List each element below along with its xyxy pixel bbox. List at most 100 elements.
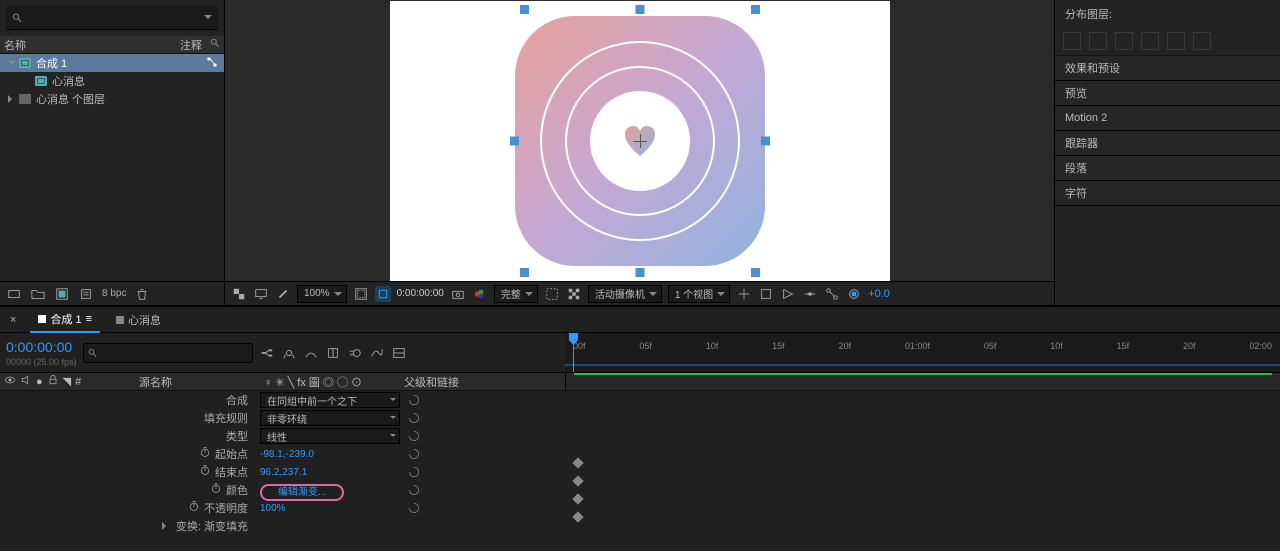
shy-icon[interactable]	[303, 345, 319, 361]
transform-handle[interactable]	[520, 268, 529, 277]
guides-icon[interactable]	[736, 286, 752, 302]
interpret-footage-icon[interactable]	[6, 286, 22, 302]
playhead[interactable]	[573, 333, 574, 372]
comp-mini-flow-icon[interactable]	[259, 345, 275, 361]
property-row[interactable]: 结束点96.2,237.1	[0, 463, 1280, 481]
property-value[interactable]: 96.2,237.1	[260, 467, 307, 478]
timeline-icon[interactable]	[802, 286, 818, 302]
panel-header[interactable]: 跟踪器	[1055, 131, 1280, 155]
flowchart-mini-icon[interactable]	[206, 56, 218, 71]
fast-preview-icon[interactable]	[780, 286, 796, 302]
viewer-canvas-area[interactable]	[225, 0, 1054, 281]
property-row[interactable]: 合成在同组中前一个之下	[0, 391, 1280, 409]
pickwhip-icon[interactable]	[408, 412, 420, 424]
property-value[interactable]: -98.1,-239.0	[260, 449, 314, 460]
flowchart-icon[interactable]	[824, 286, 840, 302]
distrib-left-icon[interactable]	[1141, 32, 1159, 50]
edit-gradient-button[interactable]: 编辑渐变...	[260, 484, 344, 501]
timeline-search-input[interactable]	[97, 347, 248, 359]
property-select[interactable]: 非零环绕	[260, 410, 400, 426]
solo-column-icon[interactable]: ●	[36, 376, 43, 388]
property-select[interactable]: 在同组中前一个之下	[260, 392, 400, 408]
property-select[interactable]: 线性	[260, 428, 400, 444]
property-row[interactable]: 不透明度100%	[0, 499, 1280, 517]
eye-column-icon[interactable]	[4, 374, 16, 389]
property-value[interactable]: 100%	[260, 503, 286, 514]
trash-icon[interactable]	[134, 286, 150, 302]
pickwhip-icon[interactable]	[408, 394, 420, 406]
pickwhip-icon[interactable]	[408, 502, 420, 514]
label-column-icon[interactable]: ◥	[63, 375, 71, 388]
exposure-value[interactable]: +0.0	[868, 288, 890, 300]
anchor-point-icon[interactable]	[633, 134, 647, 148]
safe-zones-icon[interactable]	[353, 286, 369, 302]
time-ruler[interactable]: 00f05f10f15f20f01:00f05f10f15f20f02:00	[565, 333, 1280, 372]
distrib-vcenter-icon[interactable]	[1089, 32, 1107, 50]
transform-handle[interactable]	[635, 5, 644, 14]
project-search-input[interactable]	[27, 12, 204, 24]
project-item[interactable]: 心消息 个图层	[0, 90, 224, 108]
property-row[interactable]: 起始点-98.1,-239.0	[0, 445, 1280, 463]
channel-icon[interactable]	[472, 286, 488, 302]
distrib-bottom-icon[interactable]	[1115, 32, 1133, 50]
motion-blur-icon[interactable]	[347, 345, 363, 361]
audio-column-icon[interactable]	[20, 374, 32, 389]
panel-header[interactable]: 预览	[1055, 81, 1280, 105]
project-item[interactable]: 心消息	[0, 72, 224, 90]
footer-timecode[interactable]: 0:00:00:00	[397, 288, 444, 299]
transform-group-row[interactable]: 变换: 渐变填充	[0, 517, 1280, 535]
project-item[interactable]: 合成 1	[0, 54, 224, 72]
timeline-tab[interactable]: 心消息	[108, 307, 169, 333]
transform-handle[interactable]	[510, 136, 519, 145]
panel-header[interactable]: 段落	[1055, 156, 1280, 180]
draft-icon[interactable]	[275, 286, 291, 302]
property-row[interactable]: 填充规则非零环绕	[0, 409, 1280, 427]
project-tree[interactable]: 合成 1心消息心消息 个图层	[0, 54, 224, 281]
project-search[interactable]	[6, 6, 218, 30]
transform-handle[interactable]	[751, 5, 760, 14]
transform-handle[interactable]	[520, 5, 529, 14]
mask-visibility-icon[interactable]	[375, 286, 391, 302]
brainstorm-icon[interactable]	[391, 345, 407, 361]
search-icon[interactable]	[210, 38, 220, 51]
draft-3d-icon[interactable]	[281, 345, 297, 361]
col-source-name[interactable]: 源名称	[135, 373, 260, 390]
distrib-top-icon[interactable]	[1063, 32, 1081, 50]
snapshot-icon[interactable]	[450, 286, 466, 302]
transform-handle[interactable]	[751, 268, 760, 277]
stopwatch-icon[interactable]	[199, 464, 211, 476]
stopwatch-icon[interactable]	[199, 446, 211, 458]
frame-blend-icon[interactable]	[325, 345, 341, 361]
timeline-tab[interactable]: 合成 1 ≡	[30, 307, 100, 333]
view-count-select[interactable]: 1 个视图	[668, 285, 730, 303]
settings-icon[interactable]	[78, 286, 94, 302]
timeline-search[interactable]	[83, 343, 253, 363]
stopwatch-icon[interactable]	[210, 482, 222, 494]
close-tab-icon[interactable]: ×	[8, 312, 18, 328]
distrib-hcenter-icon[interactable]	[1167, 32, 1185, 50]
panel-header[interactable]: Motion 2	[1055, 106, 1280, 130]
camera-select[interactable]: 活动摄像机	[588, 285, 662, 303]
monitor-icon[interactable]	[253, 286, 269, 302]
alpha-icon[interactable]	[231, 286, 247, 302]
transform-handle[interactable]	[635, 268, 644, 277]
pickwhip-icon[interactable]	[408, 448, 420, 460]
distrib-right-icon[interactable]	[1193, 32, 1211, 50]
graph-editor-icon[interactable]	[369, 345, 385, 361]
roi-icon[interactable]	[544, 286, 560, 302]
zoom-select[interactable]: 100%	[297, 285, 347, 303]
panel-header[interactable]: 字符	[1055, 181, 1280, 205]
tab-menu-icon[interactable]: ≡	[86, 313, 92, 325]
current-time[interactable]: 0:00:00:00	[6, 339, 77, 355]
pickwhip-icon[interactable]	[408, 466, 420, 478]
work-area-bar[interactable]	[565, 364, 1280, 366]
transform-handle[interactable]	[761, 136, 770, 145]
pickwhip-icon[interactable]	[408, 484, 420, 496]
pickwhip-icon[interactable]	[408, 430, 420, 442]
resolution-select[interactable]: 完整	[494, 285, 538, 303]
stopwatch-icon[interactable]	[188, 500, 200, 512]
exposure-reset-icon[interactable]	[846, 286, 862, 302]
transparency-grid-icon[interactable]	[566, 286, 582, 302]
composition-canvas[interactable]	[390, 1, 890, 281]
new-folder-icon[interactable]	[30, 286, 46, 302]
